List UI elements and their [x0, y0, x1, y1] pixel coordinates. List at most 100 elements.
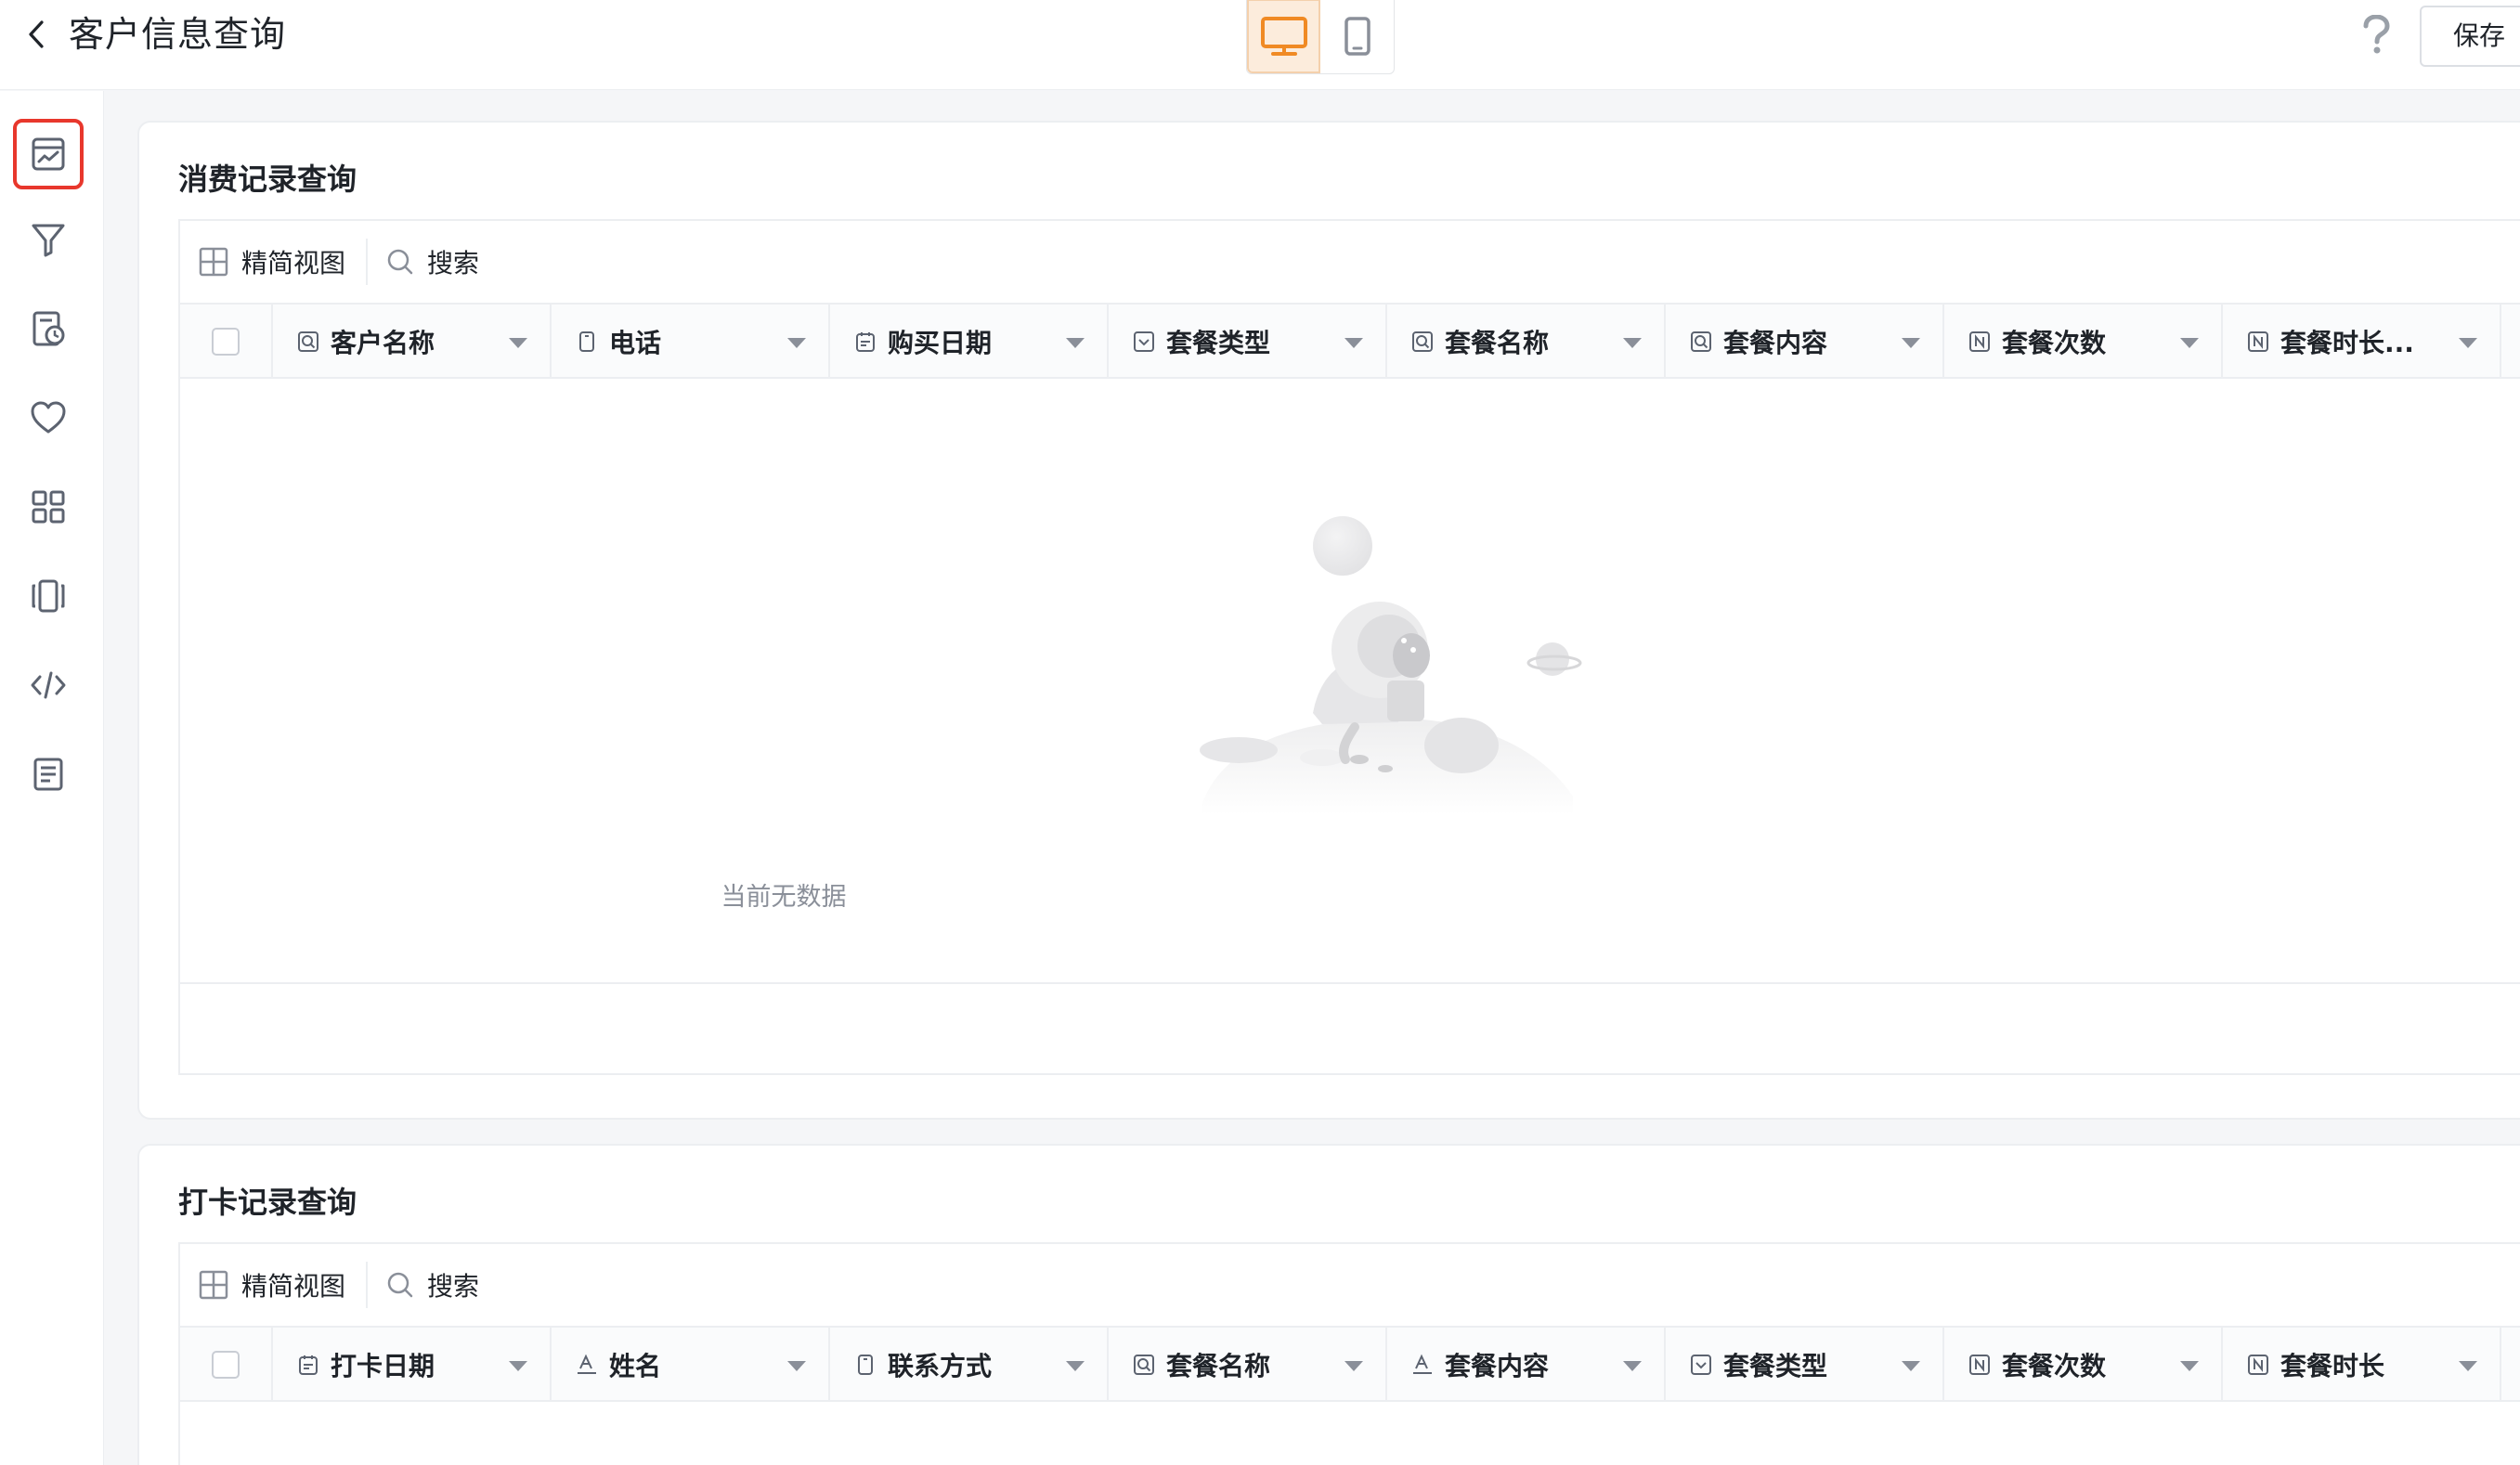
checkin-card-title: 打卡记录查询	[178, 1185, 357, 1220]
select-all-checkbox[interactable]	[212, 328, 240, 356]
column-header[interactable]: 姓名	[552, 1328, 830, 1402]
save-button[interactable]: 保存	[2420, 6, 2520, 67]
mobile-view-button[interactable]	[1320, 0, 1394, 73]
column-header[interactable]: 套餐类型	[1109, 305, 1387, 379]
consumption-toolbar: 精简视图 搜索	[180, 221, 2520, 305]
column-header[interactable]: 联系方式	[830, 1328, 1109, 1402]
phone-field-icon	[854, 1354, 877, 1376]
caret-down-icon[interactable]	[1623, 338, 1642, 348]
column-header[interactable]: 套餐时长...	[2223, 305, 2501, 379]
column-header[interactable]: 套餐类型	[1666, 1328, 1944, 1402]
caret-down-icon[interactable]	[2459, 338, 2477, 348]
column-header[interactable]: 套餐名称	[1387, 305, 1666, 379]
consumption-table-header: 客户名称 电话 购买日期 套餐类型 套餐名称 套餐内容 套餐次数 套餐时长...	[180, 305, 2520, 379]
search-field-icon	[1133, 1354, 1155, 1376]
number-field-icon	[2247, 1354, 2269, 1376]
column-label: 套餐名称	[1166, 1351, 1271, 1381]
column-label: 套餐次数	[2002, 1351, 2107, 1381]
caret-down-icon[interactable]	[2180, 1361, 2199, 1371]
column-label: 打卡日期	[331, 1351, 435, 1381]
rail-item-schedule[interactable]	[13, 293, 84, 364]
column-header[interactable]: 客户名称	[273, 305, 552, 379]
table-footer	[180, 984, 2520, 1073]
date-field-icon	[297, 1354, 319, 1376]
select-all-checkbox[interactable]	[212, 1351, 240, 1379]
caret-down-icon[interactable]	[1902, 338, 1920, 348]
select-field-icon	[1690, 1354, 1712, 1376]
column-label: 套餐内容	[1723, 328, 1828, 358]
chevron-left-icon	[29, 20, 44, 48]
caret-down-icon[interactable]	[1344, 1361, 1363, 1371]
filter-icon	[32, 224, 65, 257]
caret-down-icon[interactable]	[1066, 338, 1085, 348]
checkin-records-card: 打卡记录查询 精简视图 搜索 打卡日期 姓名 联系方式 套餐名称 套餐内容 套餐…	[137, 1144, 2520, 1465]
back-button[interactable]	[20, 17, 52, 52]
search-button[interactable]: 搜索	[386, 243, 479, 280]
column-header[interactable]: 套餐时长	[2223, 1328, 2501, 1402]
code-icon	[31, 671, 66, 699]
column-header[interactable]: 套餐次数	[1944, 305, 2223, 379]
document-icon	[33, 758, 63, 791]
caret-down-icon[interactable]	[2180, 338, 2199, 348]
grid-icon	[32, 490, 65, 524]
caret-down-icon[interactable]	[2459, 1361, 2477, 1371]
heart-icon	[31, 401, 66, 434]
column-header[interactable]: 套餐名称	[1109, 1328, 1387, 1402]
checkin-table: 精简视图 搜索 打卡日期 姓名 联系方式 套餐名称 套餐内容 套餐类型 套餐次数…	[178, 1242, 2520, 1465]
search-icon	[387, 249, 413, 275]
number-field-icon	[2247, 331, 2269, 353]
column-label: 套餐类型	[1166, 328, 1271, 358]
caret-down-icon[interactable]	[1902, 1361, 1920, 1371]
caret-down-icon[interactable]	[787, 338, 806, 348]
caret-down-icon[interactable]	[509, 1361, 527, 1371]
column-label: 套餐类型	[1723, 1351, 1828, 1381]
checkin-toolbar: 精简视图 搜索	[180, 1244, 2520, 1328]
toolbar-divider	[366, 239, 369, 285]
caret-down-icon[interactable]	[1344, 338, 1363, 348]
search-field-icon	[297, 331, 319, 353]
column-header[interactable]: 套餐内容	[1387, 1328, 1666, 1402]
column-header[interactable]: 购买日期	[830, 305, 1109, 379]
compact-view-button[interactable]: 精简视图	[199, 1266, 345, 1303]
carousel-icon	[32, 579, 65, 613]
desktop-icon	[1260, 17, 1307, 56]
column-header[interactable]: 电话	[552, 305, 830, 379]
column-header[interactable]: 套餐内容	[1666, 305, 1944, 379]
mobile-icon	[1344, 17, 1370, 56]
consumption-records-card: 消费记录查询 精简视图 搜索 客户名称 电话 购买日期 套餐类型 套餐名称 套餐…	[137, 121, 2520, 1120]
number-field-icon	[1968, 331, 1991, 353]
rail-item-carousel[interactable]	[13, 561, 84, 631]
empty-message: 当前无数据	[721, 883, 847, 912]
column-label: 联系方式	[888, 1351, 993, 1381]
schedule-icon	[32, 311, 65, 346]
help-icon[interactable]	[2355, 9, 2397, 61]
caret-down-icon[interactable]	[787, 1361, 806, 1371]
search-button[interactable]: 搜索	[386, 1266, 479, 1303]
caret-down-icon[interactable]	[1066, 1361, 1085, 1371]
rail-item-components[interactable]	[13, 472, 84, 542]
rail-item-chart[interactable]	[13, 119, 84, 189]
compact-view-label: 精简视图	[241, 248, 346, 279]
search-label: 搜索	[427, 248, 480, 279]
rail-item-document[interactable]	[13, 739, 84, 810]
search-field-icon	[1690, 331, 1712, 353]
rail-item-code[interactable]	[13, 650, 84, 720]
consumption-table: 精简视图 搜索 客户名称 电话 购买日期 套餐类型 套餐名称 套餐内容 套餐次数…	[178, 219, 2520, 1075]
column-label: 姓名	[609, 1351, 662, 1381]
column-header[interactable]: 套餐次数	[1944, 1328, 2223, 1402]
text-field-icon	[1411, 1354, 1434, 1376]
rail-item-filter[interactable]	[13, 204, 84, 275]
chart-icon	[32, 137, 65, 171]
table-view-icon	[199, 1270, 228, 1300]
phone-field-icon	[576, 331, 598, 353]
compact-view-label: 精简视图	[241, 1271, 346, 1302]
number-field-icon	[1968, 1354, 1991, 1376]
toolbar-divider	[366, 1262, 369, 1308]
search-label: 搜索	[427, 1271, 480, 1302]
desktop-view-button[interactable]	[1247, 0, 1320, 73]
rail-item-favorite[interactable]	[13, 382, 84, 453]
caret-down-icon[interactable]	[509, 338, 527, 348]
compact-view-button[interactable]: 精简视图	[199, 243, 345, 280]
column-header[interactable]: 打卡日期	[273, 1328, 552, 1402]
caret-down-icon[interactable]	[1623, 1361, 1642, 1371]
